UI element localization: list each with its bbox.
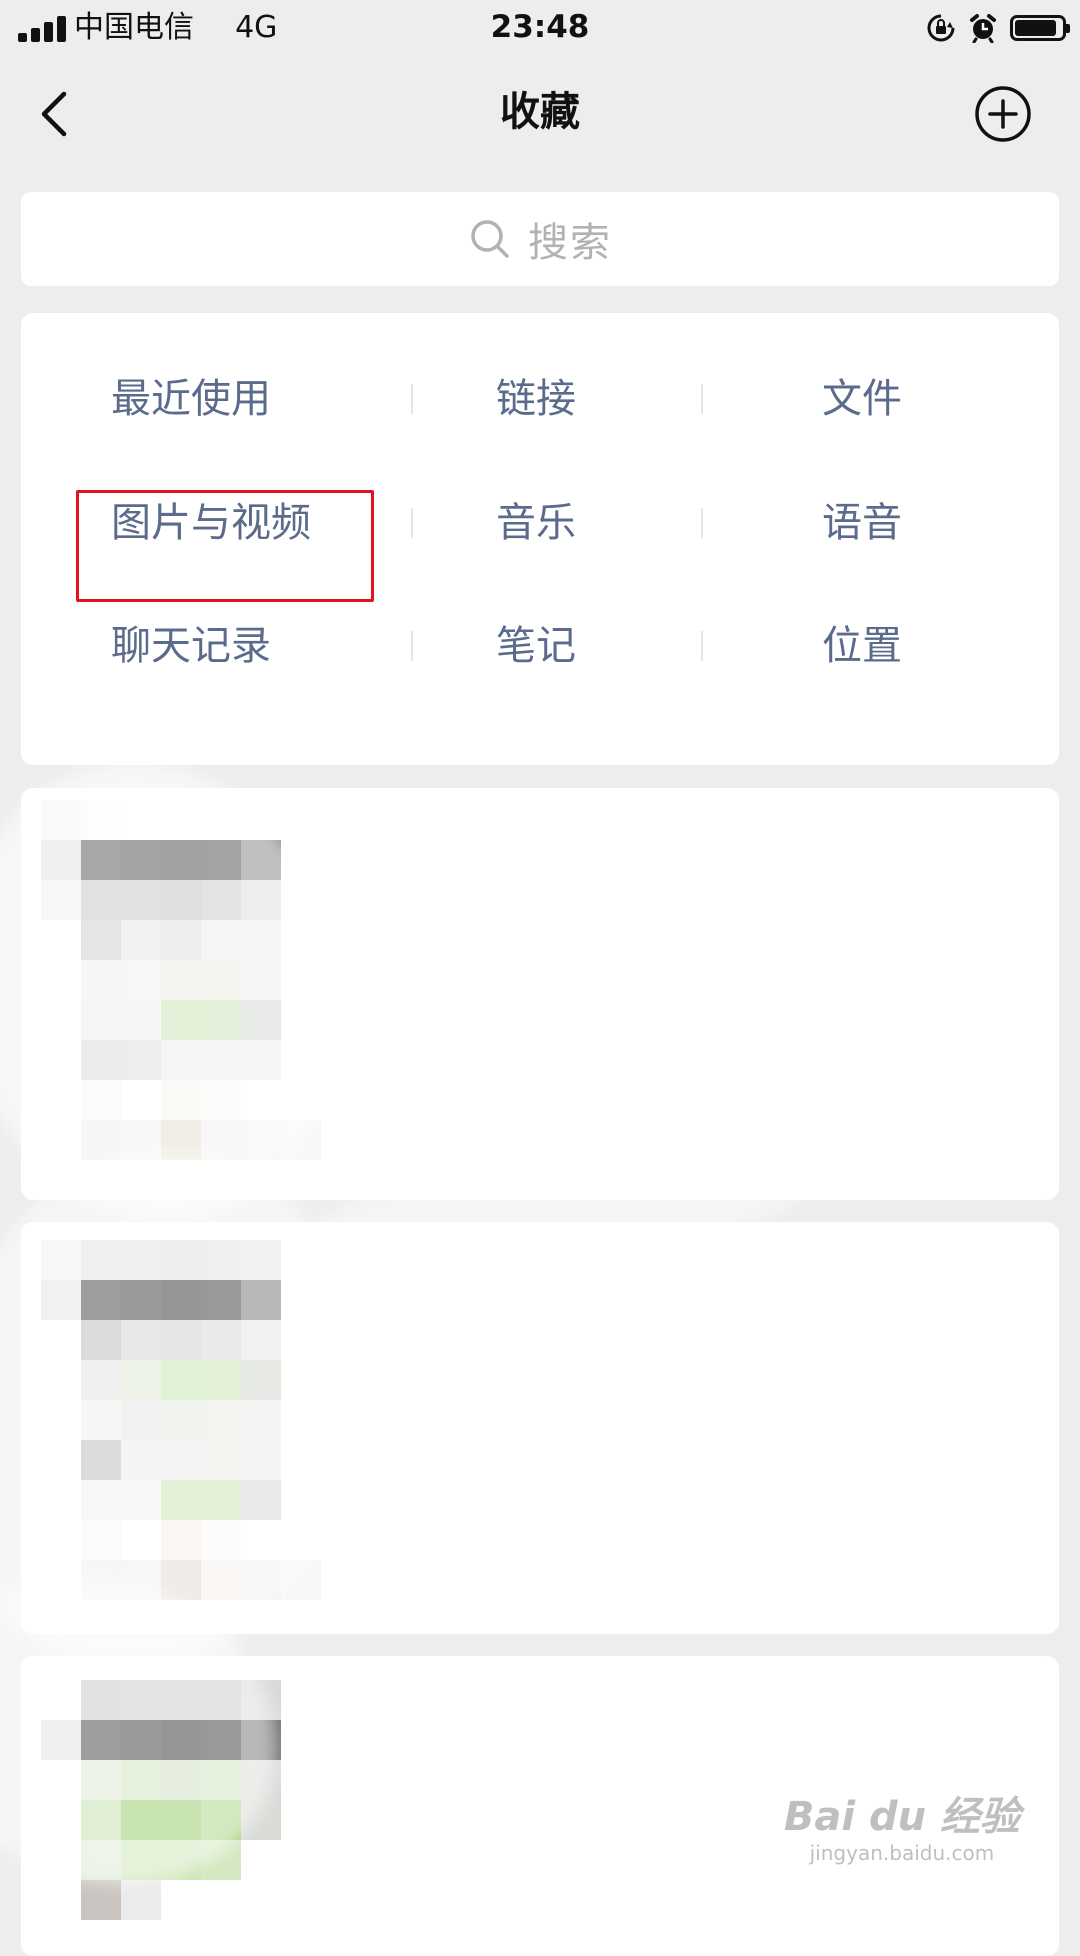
- divider: [701, 631, 703, 661]
- category-chat-history[interactable]: 聊天记录: [111, 611, 271, 681]
- baidu-watermark-logo: Bai du 经验 jingyan.baidu.com: [784, 1794, 1020, 1866]
- status-time: 23:48: [490, 9, 590, 45]
- watermark-url: jingyan.baidu.com: [809, 1841, 995, 1865]
- plus-circle-icon: [975, 86, 1031, 142]
- category-links[interactable]: 链接: [496, 364, 576, 434]
- highlight-annotation: [76, 490, 374, 602]
- add-button[interactable]: [974, 85, 1032, 143]
- status-bar: 中国电信 4G 23:48: [0, 0, 1080, 56]
- category-files[interactable]: 文件: [822, 364, 902, 434]
- divider: [701, 384, 703, 414]
- category-voice[interactable]: 语音: [822, 488, 902, 558]
- category-notes[interactable]: 笔记: [496, 611, 576, 681]
- page-title: 收藏: [500, 89, 580, 135]
- alarm-icon: [970, 14, 996, 43]
- divider: [411, 508, 413, 538]
- search-icon: [471, 220, 509, 258]
- battery-icon: [1010, 15, 1070, 41]
- favorite-item[interactable]: [21, 1222, 1059, 1634]
- divider: [411, 631, 413, 661]
- battery-fill: [1015, 20, 1056, 36]
- search-bar[interactable]: 搜索: [21, 192, 1059, 286]
- favorite-item[interactable]: [21, 788, 1059, 1200]
- watermark-main: Bai du 经验: [783, 1794, 1020, 1840]
- category-music[interactable]: 音乐: [496, 488, 576, 558]
- status-icons: [926, 8, 1070, 48]
- divider: [701, 508, 703, 538]
- category-location[interactable]: 位置: [822, 611, 902, 681]
- navigation-bar: 收藏: [0, 56, 1080, 166]
- search-placeholder: 搜索: [528, 220, 612, 266]
- divider: [411, 384, 413, 414]
- category-recent[interactable]: 最近使用: [111, 364, 271, 434]
- rotation-lock-icon: [927, 14, 955, 42]
